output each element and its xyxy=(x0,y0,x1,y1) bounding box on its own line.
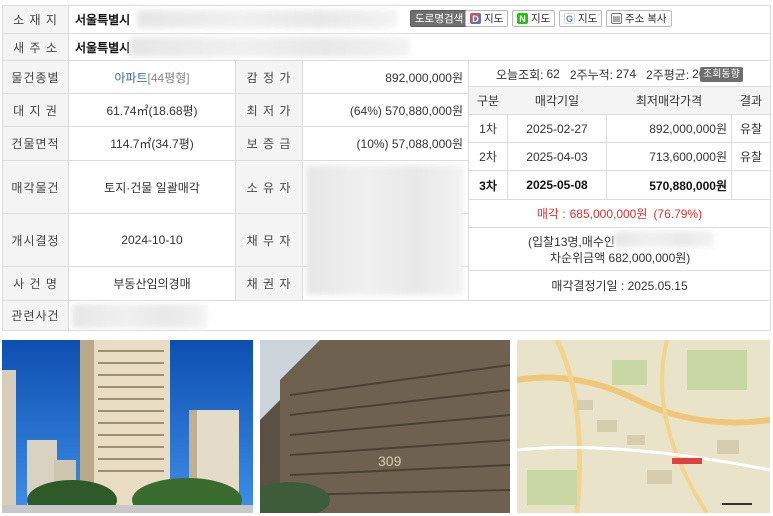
price-cell: 570,880,000원 xyxy=(649,178,727,193)
result-cell: 유찰 xyxy=(739,122,763,136)
two-week-total-label: 2주누적: xyxy=(569,67,613,82)
property-type-link[interactable]: 아파트 xyxy=(114,69,147,86)
min-price-label: 최 저 가 xyxy=(236,94,302,126)
result-cell: 유찰 xyxy=(739,150,763,164)
result-cell xyxy=(732,171,770,199)
new-address-value: 서울특별시 xyxy=(75,40,131,55)
round-cell: 1차 xyxy=(479,122,497,136)
copy-address-label: 주소 복사 xyxy=(625,13,667,25)
start-decision-label: 개시결정 xyxy=(3,214,68,266)
min-price-value: (64%) 570,880,000원 xyxy=(349,103,463,118)
property-type-label: 물건종별 xyxy=(3,61,68,93)
copy-icon: ▤ xyxy=(611,13,622,24)
sale-result: 매각 : 685,000,000원 (76.79%) xyxy=(469,200,770,227)
new-address-label: 새 주 소 xyxy=(3,34,68,60)
road-name-search-button[interactable]: 도로명검색 xyxy=(410,10,469,27)
location-map-photo[interactable] xyxy=(517,340,770,513)
rounds-header-date: 매각기일 xyxy=(534,94,580,108)
date-cell: 2025-05-08 xyxy=(526,178,588,192)
sale-ratio: (76.79%) xyxy=(653,206,703,221)
google-logo-icon: G xyxy=(564,13,575,24)
daum-logo-icon: D xyxy=(470,13,481,24)
date-cell: 2025-04-03 xyxy=(526,149,588,164)
sale-price: 685,000,000원 xyxy=(569,207,648,221)
round-cell: 2차 xyxy=(479,150,497,164)
view-trend-button[interactable]: 조회동향 xyxy=(700,67,743,82)
naver-map-label: 지도 xyxy=(531,13,551,25)
view-stats: 오늘조회: 62 2주누적: 274 2주평균: 20 xyxy=(496,61,706,87)
location-value: 서울특별시 xyxy=(75,13,131,27)
location-label: 소 재 지 xyxy=(3,6,68,33)
copy-address-button[interactable]: ▤ 주소 복사 xyxy=(606,10,672,27)
appraisal-value: 892,000,000원 xyxy=(385,70,463,85)
start-decision-value: 2024-10-10 xyxy=(121,233,183,247)
sale-object-label: 매각물건 xyxy=(3,161,68,213)
creditor-label: 채 권 자 xyxy=(236,267,302,300)
property-type-size: [44평형] xyxy=(147,70,190,85)
today-views-value: 62 xyxy=(546,67,560,81)
property-type-value: 아파트 [44평형] xyxy=(69,61,235,93)
debtor-label: 채 무 자 xyxy=(236,214,302,266)
price-cell: 892,000,000원 xyxy=(649,122,727,136)
date-cell: 2025-02-27 xyxy=(526,121,588,136)
google-map-label: 지도 xyxy=(578,13,598,25)
apartment-exterior-photo[interactable] xyxy=(2,340,253,513)
daum-map-label: 지도 xyxy=(484,13,504,25)
rounds-header-price: 최저매각가격 xyxy=(635,94,703,108)
building-area-label: 건물면적 xyxy=(3,127,68,160)
building-number-text: 309 xyxy=(378,453,402,469)
bid-line: (입찰13명,매수인 xyxy=(528,235,615,249)
rounds-header-result: 결과 xyxy=(739,94,763,108)
price-cell: 713,600,000원 xyxy=(649,150,727,164)
two-week-total-value: 274 xyxy=(616,67,637,81)
building-facade-photo[interactable]: 309 xyxy=(260,340,510,513)
building-area-value: 114.7㎡(34.7평) xyxy=(110,137,194,151)
today-views-label: 오늘조회: xyxy=(496,67,544,82)
case-name-value: 부동산임의경매 xyxy=(113,277,191,291)
road-name-search-label: 도로명검색 xyxy=(415,13,464,25)
deposit-label: 보 증 금 xyxy=(236,127,302,160)
sale-label: 매각 : xyxy=(536,207,566,221)
round-cell: 3차 xyxy=(479,178,497,193)
two-week-avg-label: 2주평균: xyxy=(646,67,690,82)
rounds-header-round: 구분 xyxy=(476,94,500,108)
naver-map-button[interactable]: N 지도 xyxy=(512,10,556,27)
land-right-label: 대 지 권 xyxy=(3,94,68,126)
daum-map-button[interactable]: D 지도 xyxy=(465,10,509,27)
naver-logo-icon: N xyxy=(517,13,528,24)
google-map-button[interactable]: G 지도 xyxy=(559,10,603,27)
case-name-label: 사 건 명 xyxy=(3,267,68,300)
second-bid-line: 차순위금액 682,000,000원) xyxy=(550,251,691,265)
land-right-value: 61.74㎡(18.68평) xyxy=(106,103,198,118)
deposit-value: (10%) 57,088,000원 xyxy=(356,137,463,151)
appraisal-label: 감 정 가 xyxy=(236,61,302,93)
owner-label: 소 유 자 xyxy=(236,161,302,213)
related-case-label: 관련사건 xyxy=(3,301,68,330)
decision-date: 매각결정기일 : 2025.05.15 xyxy=(551,279,688,293)
sale-object-value: 토지·건물 일괄매각 xyxy=(104,180,200,195)
